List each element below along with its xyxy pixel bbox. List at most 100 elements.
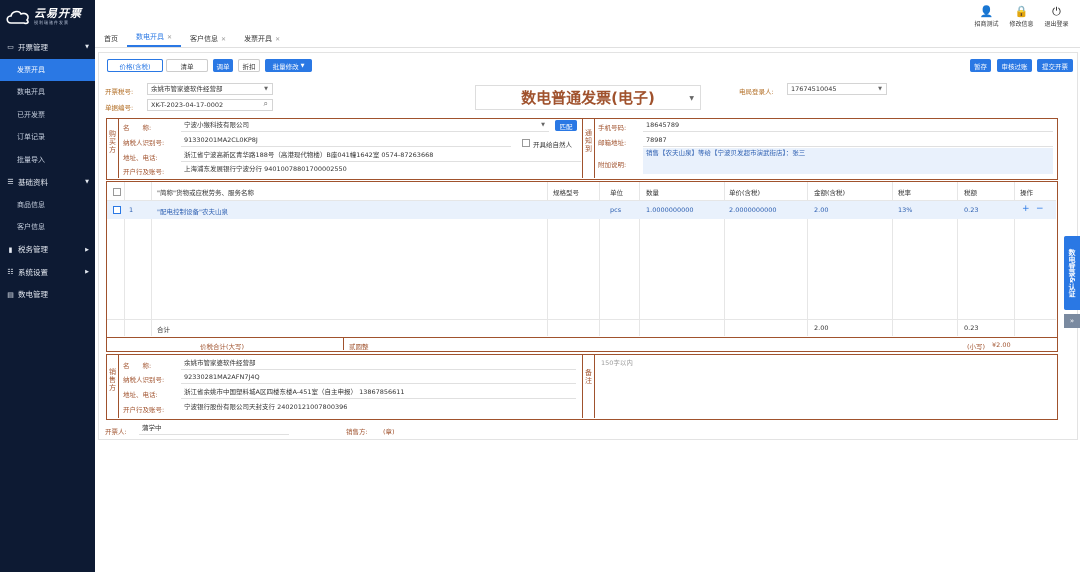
btn-label: 批量修改	[272, 62, 299, 71]
digital-login-tab[interactable]: 数电登录&认证	[1064, 236, 1080, 310]
seller-name-field[interactable]: 余姚市管家婆软件经营部	[181, 358, 576, 370]
select-all-checkbox[interactable]	[113, 188, 121, 196]
batch-edit-dropdown[interactable]: 批量修改 ▼	[265, 59, 312, 72]
seller-bank-key: 开户行及账号:	[123, 406, 165, 414]
add-row-icon[interactable]: +	[1022, 204, 1030, 214]
tax-icon: ▮	[8, 245, 13, 254]
tab-home[interactable]: 首页	[95, 34, 127, 47]
logout-button[interactable]: ⏻ 退出登录	[1039, 5, 1074, 28]
notify-note-field[interactable]: 销售【农夫山泉】等给【宁波贝发超市演武街店】：张三	[643, 148, 1053, 174]
row-checkbox[interactable]	[113, 206, 121, 214]
invoice-type-select[interactable]: 数电普通发票(电子) ▼	[475, 85, 701, 110]
buyer-address-field[interactable]: 浙江省宁波高新区青华路188号（高港现代物楼）B座041幢1642室 0574-…	[181, 150, 581, 162]
seller-tax-field[interactable]: 92330281MA2AFN7J4Q	[181, 372, 576, 384]
login-user-value: 17674510045	[791, 85, 837, 93]
login-user-select[interactable]: 17674510045 ▼	[787, 83, 887, 95]
notify-phone-key: 手机号码:	[598, 124, 627, 132]
buyer-name-select[interactable]: 宁波小猴科技有限公司 ▼	[181, 120, 549, 132]
seller-tax-value: 92330281MA2AFN7J4Q	[184, 373, 260, 381]
sidebar-item-customers[interactable]: 客户信息	[0, 216, 95, 239]
sidebar-item-digital-issue[interactable]: 数电开具	[0, 81, 95, 104]
match-button[interactable]: 匹配	[555, 120, 577, 131]
remove-row-icon[interactable]: −	[1036, 204, 1044, 214]
notify-note-key: 附加说明:	[598, 161, 627, 169]
change-info-button[interactable]: 🔒 修改信息	[1004, 5, 1039, 28]
buyer-name-key: 名 称:	[123, 124, 152, 132]
notify-email-field[interactable]: 78987	[643, 135, 1053, 147]
chevron-down-icon: ▼	[264, 86, 268, 92]
caps-total-value: 贰圆整	[349, 343, 369, 351]
row-goods-name[interactable]: "配电控制设备"农夫山泉	[157, 206, 228, 216]
cloud-logo-icon	[6, 10, 29, 25]
save-draft-button[interactable]: 暂存	[970, 59, 991, 72]
close-icon[interactable]: ✕	[221, 36, 226, 43]
tab-label: 首页	[104, 35, 118, 43]
total-tax: 0.23	[964, 324, 979, 332]
doc-number-value: XK-T-2023-04-17-0002	[151, 101, 224, 109]
tab-customer-info[interactable]: 客户信息 ✕	[181, 34, 235, 47]
list-button[interactable]: 清单	[166, 59, 208, 72]
buyer-addr-key: 地址、电话:	[123, 154, 158, 162]
sidebar-item-import[interactable]: 批量导入	[0, 149, 95, 172]
discount-button[interactable]: 折扣	[238, 59, 260, 72]
notify-note-value: 销售【农夫山泉】等给【宁波贝发超市演武街店】：张三	[646, 149, 806, 157]
buyer-tax-value: 91330201MA2CL0KP8J	[184, 136, 258, 144]
row-price[interactable]: 2.0000000000	[729, 206, 777, 214]
collapse-icon[interactable]: »	[1064, 314, 1080, 328]
row-amount[interactable]: 2.00	[814, 206, 828, 214]
invoice-icon: ▭	[7, 43, 14, 52]
notify-phone-field[interactable]: 18645789	[643, 120, 1053, 132]
natural-person-checkbox[interactable]	[522, 139, 530, 147]
sidebar-item-label: 订单记录	[17, 133, 45, 142]
total-label: 合计	[157, 326, 170, 334]
row-rate[interactable]: 13%	[898, 206, 912, 214]
sidebar-group-settings[interactable]: ☷ 系统设置 ▶	[0, 261, 95, 284]
sidebar-item-issued[interactable]: 已开发票	[0, 104, 95, 127]
sidebar-item-invoice-issue[interactable]: 发票开具	[0, 58, 95, 81]
btn-label: 暂存	[974, 62, 987, 71]
close-icon[interactable]: ✕	[275, 36, 280, 43]
remark-textarea[interactable]: 150字以内	[598, 358, 1053, 414]
tab-label: 客户信息	[190, 35, 219, 43]
sidebar-item-goods[interactable]: 商品信息	[0, 194, 95, 217]
sidebar-item-label: 客户信息	[17, 223, 45, 232]
price-tax-toggle[interactable]: 价格(含税)	[107, 59, 163, 72]
small-total-label: (小写)	[967, 343, 986, 351]
btn-label: 调单	[216, 62, 230, 71]
buyer-tax-key: 纳税人识别号:	[123, 139, 165, 147]
seller-bank-field[interactable]: 宁波银行股份有限公司天封支行 240201210078003​96	[181, 402, 576, 414]
sidebar-item-orders[interactable]: 订单记录	[0, 126, 95, 149]
close-icon[interactable]: ✕	[167, 34, 172, 41]
seller-address-field[interactable]: 浙江省余姚市中国塑料城A区四楼东楼A-451室（自主申报） 1386785661…	[181, 387, 576, 399]
user-account-button[interactable]: 👤 招商测试	[969, 5, 1004, 28]
discount-single-button[interactable]: 调单	[213, 59, 233, 72]
tax-number-select[interactable]: 余姚市管家婆软件经营部 ▼	[147, 83, 273, 95]
caps-divider	[343, 338, 344, 350]
sidebar-group-base[interactable]: ☰ 基础资料 ▼	[0, 171, 95, 194]
tab-invoice-issue[interactable]: 发票开具 ✕	[235, 34, 289, 47]
review-button[interactable]: 审核过账	[997, 59, 1032, 72]
sidebar-group-digital[interactable]: ▤ 数电管理	[0, 284, 95, 307]
table-row[interactable]: 1 "配电控制设备"农夫山泉 pcs 1.0000000000 2.000000…	[107, 201, 1056, 219]
user-label: 招商测试	[974, 21, 999, 28]
search-icon[interactable]: ⌕	[264, 99, 268, 109]
chevron-down-icon: ▼	[689, 95, 694, 102]
buyer-tax-field[interactable]: 91330201MA2CL0KP8J	[181, 135, 511, 147]
sidebar-group-tax[interactable]: ▮ 税务管理 ▶	[0, 239, 95, 262]
total-divider	[107, 319, 1056, 320]
sidebar-group-invoice[interactable]: ▭ 开票管理 ▼	[0, 36, 95, 59]
row-qty[interactable]: 1.0000000000	[646, 206, 694, 214]
caps-total-label: 价税合计(大写)	[200, 343, 245, 351]
doc-number-field[interactable]: XK-T-2023-04-17-0002 ⌕	[147, 99, 273, 111]
col-spec-header: 规格型号	[553, 189, 579, 197]
seller-section: 销售方 名 称: 余姚市管家婆软件经营部 纳税人识别号: 92330281MA2…	[106, 354, 1058, 420]
submit-invoice-button[interactable]: 提交开票	[1037, 59, 1073, 72]
buyer-bank-field[interactable]: 上海浦东发展银行宁波分行 94010078801700002550	[181, 164, 581, 176]
sidebar-item-label: 商品信息	[17, 200, 45, 209]
drawer-field[interactable]: 蒲学中	[139, 423, 289, 435]
natural-person-label: 开具给自然人	[533, 141, 572, 149]
tab-digital-issue[interactable]: 数电开具 ✕	[127, 32, 182, 47]
row-unit[interactable]: pcs	[610, 206, 621, 214]
sidebar-item-label: 数电开具	[17, 88, 45, 97]
sidebar-item-label: 发票开具	[17, 65, 45, 74]
